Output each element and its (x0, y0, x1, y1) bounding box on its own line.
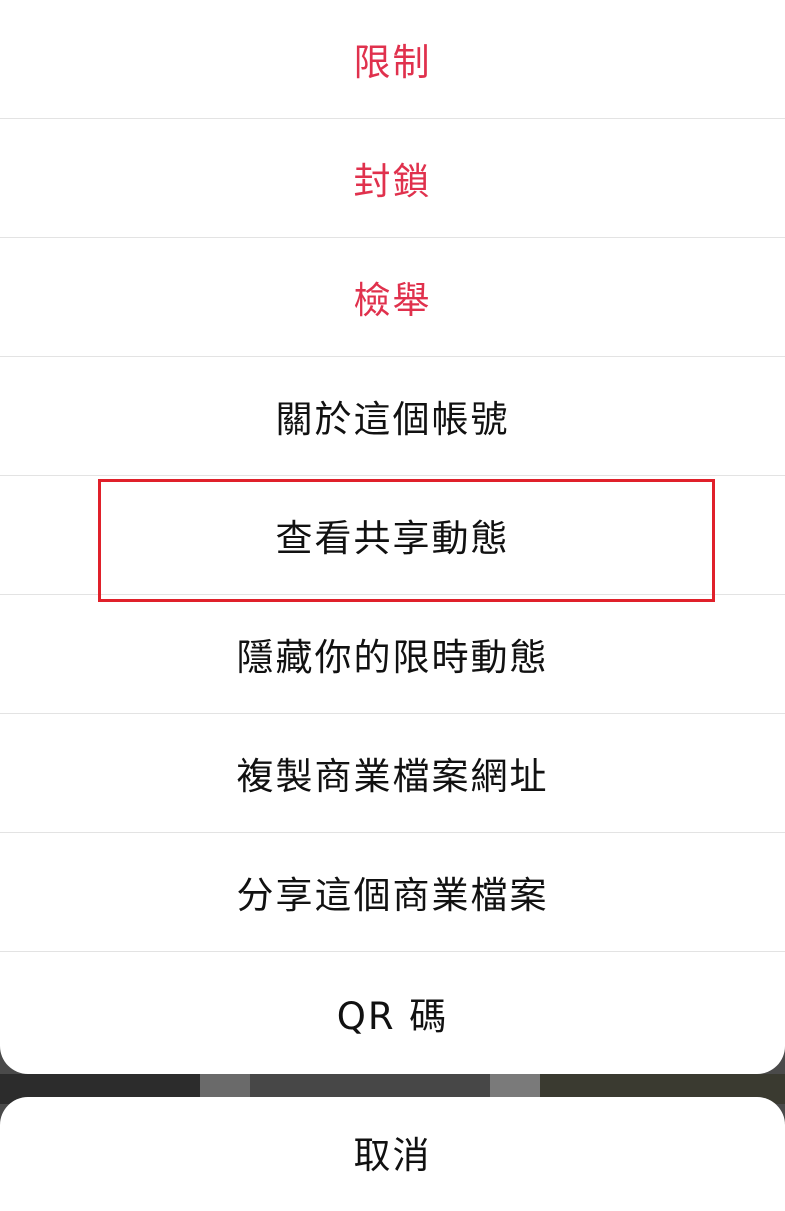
action-sheet: 限制 封鎖 檢舉 關於這個帳號 查看共享動態 隱藏你的限時動態 複製商業檔案網址… (0, 0, 785, 1074)
menu-item-label: 關於這個帳號 (275, 398, 510, 441)
menu-item-copy-profile-url[interactable]: 複製商業檔案網址 (0, 714, 785, 833)
menu-item-restrict[interactable]: 限制 (0, 0, 785, 119)
menu-item-label: 複製商業檔案網址 (236, 755, 549, 798)
menu-item-block[interactable]: 封鎖 (0, 119, 785, 238)
menu-item-qr-code[interactable]: QR 碼 (0, 952, 785, 1074)
cancel-sheet[interactable]: 取消 (0, 1097, 785, 1211)
menu-item-label: 隱藏你的限時動態 (236, 636, 549, 679)
cancel-button[interactable]: 取消 (354, 1125, 432, 1179)
menu-item-label: 查看共享動態 (275, 517, 510, 560)
menu-item-label: 檢舉 (353, 279, 432, 322)
menu-item-hide-story[interactable]: 隱藏你的限時動態 (0, 595, 785, 714)
menu-item-label: 限制 (353, 41, 432, 84)
menu-item-report[interactable]: 檢舉 (0, 238, 785, 357)
menu-item-label: 封鎖 (353, 160, 432, 203)
menu-item-about-account[interactable]: 關於這個帳號 (0, 357, 785, 476)
menu-item-label: 分享這個商業檔案 (236, 874, 549, 917)
menu-item-view-shared-activity[interactable]: 查看共享動態 (0, 476, 785, 595)
menu-item-share-profile[interactable]: 分享這個商業檔案 (0, 833, 785, 952)
menu-item-label: QR 碼 (336, 995, 449, 1038)
